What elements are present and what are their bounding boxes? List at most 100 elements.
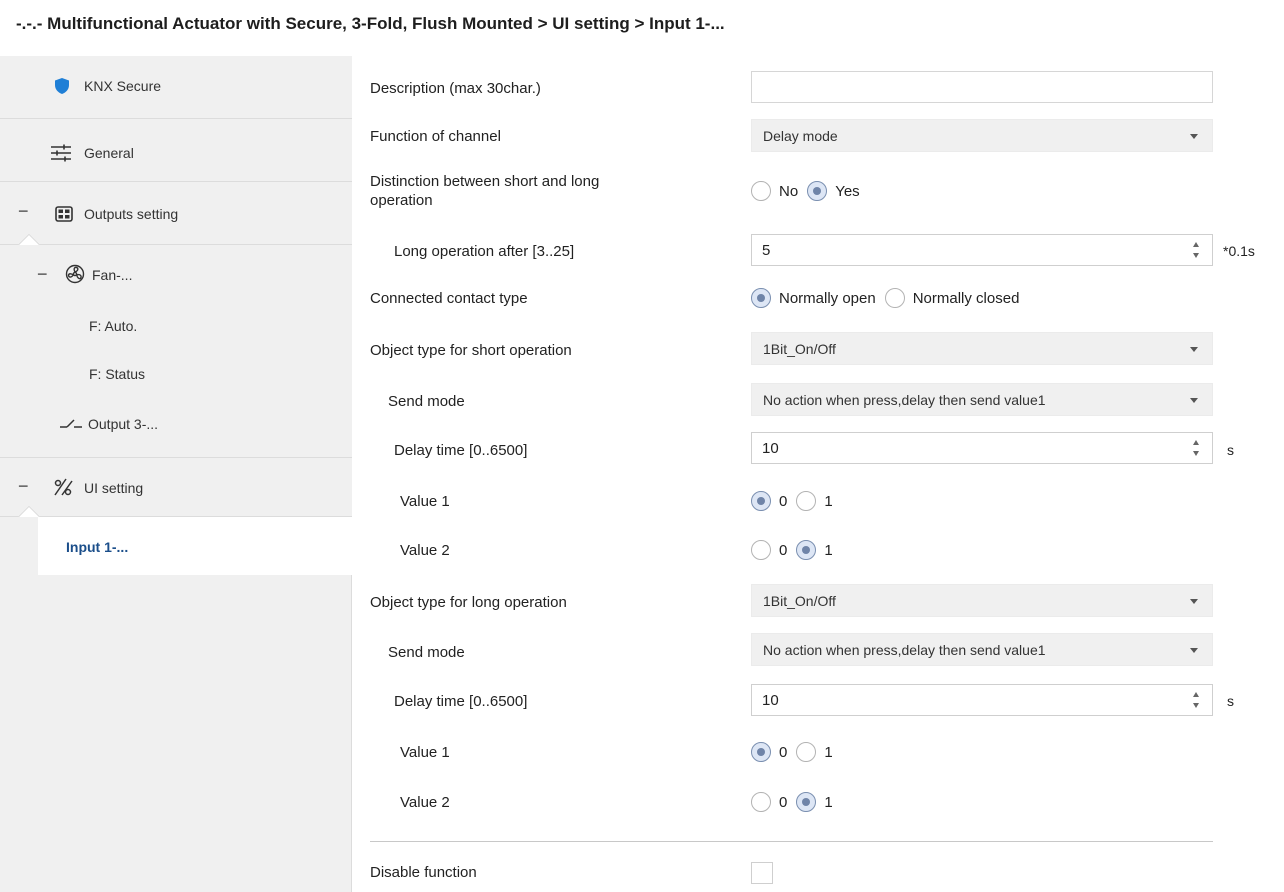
long-send-mode-select[interactable]: No action when press,delay then send val…: [751, 633, 1213, 666]
description-field[interactable]: [751, 71, 1213, 103]
long-value1-radio-group: 0 1: [751, 741, 842, 763]
short-send-mode-select[interactable]: No action when press,delay then send val…: [751, 383, 1213, 416]
switch-icon: [60, 414, 82, 434]
radio-button[interactable]: [796, 792, 817, 812]
short-value2-label: Value 2: [400, 542, 450, 559]
sidebar-item-label: Outputs setting: [84, 206, 179, 222]
radio-button[interactable]: [796, 742, 817, 762]
short-value2-radio-group: 0 1: [751, 539, 842, 561]
radio-button[interactable]: [751, 491, 771, 511]
short-delay-unit: s: [1227, 442, 1234, 458]
parameter-panel: Description (max 30char.) Function of ch…: [353, 56, 1284, 892]
select-value: 1Bit_On/Off: [763, 593, 836, 609]
window-title: -.-.- Multifunctional Actuator with Secu…: [16, 14, 725, 33]
selection-notch: [18, 506, 40, 517]
sidebar-item-label: F: Auto.: [89, 318, 138, 334]
sidebar-item-outputs-setting[interactable]: − Outputs setting: [0, 182, 352, 245]
fan-icon: [64, 264, 86, 284]
long-operation-after-spinbox[interactable]: 5: [751, 234, 1213, 266]
short-delay-time-spinbox[interactable]: 10: [751, 432, 1213, 464]
sidebar-item-ui-setting[interactable]: − UI setting: [0, 458, 352, 517]
disable-function-label: Disable function: [370, 864, 477, 881]
radio-button[interactable]: [751, 540, 771, 560]
collapse-icon[interactable]: −: [18, 476, 29, 497]
description-label: Description (max 30char.): [370, 80, 541, 97]
disable-function-checkbox[interactable]: [751, 862, 773, 884]
contact-option-normally-open[interactable]: Normally open: [751, 288, 876, 308]
sidebar-item-label: F: Status: [89, 366, 146, 382]
sidebar-item-f-status[interactable]: F: Status: [0, 360, 352, 410]
select-value: No action when press,delay then send val…: [763, 642, 1046, 658]
long-value2-option-0[interactable]: 0: [751, 792, 787, 812]
function-of-channel-select[interactable]: Delay mode: [751, 119, 1213, 152]
spinner-arrows-icon[interactable]: [1192, 241, 1202, 261]
long-value1-label: Value 1: [400, 744, 450, 761]
radio-button[interactable]: [751, 742, 771, 762]
select-value: Delay mode: [763, 128, 838, 144]
spinner-arrows-icon[interactable]: [1192, 691, 1202, 711]
chevron-down-icon: [1190, 648, 1198, 653]
radio-button[interactable]: [884, 288, 905, 308]
sidebar-item-f-auto[interactable]: F: Auto.: [0, 308, 352, 360]
title-bar: -.-.- Multifunctional Actuator with Secu…: [0, 0, 1284, 56]
sidebar-item-output-3[interactable]: Output 3-...: [0, 410, 352, 458]
function-of-channel-label: Function of channel: [370, 128, 501, 145]
sidebar-item-label: Fan-...: [92, 267, 133, 283]
sidebar-item-label: KNX Secure: [84, 78, 162, 94]
sidebar-item-label: Input 1-...: [66, 539, 129, 555]
sidebar-item-knx-secure[interactable]: KNX Secure: [0, 56, 352, 119]
short-value1-option-0[interactable]: 0: [751, 491, 787, 511]
long-delay-time-spinbox[interactable]: 10: [751, 684, 1213, 716]
radio-button[interactable]: [807, 181, 828, 201]
spinner-arrows-icon[interactable]: [1192, 439, 1202, 459]
sidebar-item-fan[interactable]: − Fan-...: [0, 245, 352, 308]
short-value1-radio-group: 0 1: [751, 490, 842, 512]
radio-button[interactable]: [796, 491, 817, 511]
long-send-mode-label: Send mode: [388, 644, 465, 661]
radio-button[interactable]: [751, 288, 771, 308]
long-value1-option-0[interactable]: 0: [751, 742, 787, 762]
short-value2-option-0[interactable]: 0: [751, 540, 787, 560]
sidebar-item-label: UI setting: [84, 480, 144, 496]
long-value1-option-1[interactable]: 1: [796, 742, 833, 762]
select-value: No action when press,delay then send val…: [763, 392, 1046, 408]
sidebar-item-input-1[interactable]: Input 1-...: [38, 517, 353, 575]
long-operation-after-label: Long operation after [3..25]: [394, 243, 575, 260]
short-value1-option-1[interactable]: 1: [796, 491, 833, 511]
ui-setting-icon: [52, 477, 74, 497]
distinction-radio-group: No Yes: [751, 180, 869, 202]
short-object-type-select[interactable]: 1Bit_On/Off: [751, 332, 1213, 365]
distinction-label-line1: Distinction between short and long: [370, 173, 600, 190]
section-divider: [370, 841, 1213, 842]
sidebar-item-label: Output 3-...: [88, 416, 159, 432]
chevron-down-icon: [1190, 599, 1198, 604]
sliders-icon: [50, 143, 72, 163]
contact-type-radio-group: Normally open Normally closed: [751, 287, 1028, 309]
short-object-type-label: Object type for short operation: [370, 342, 572, 359]
sidebar-item-general[interactable]: General: [0, 119, 352, 182]
short-value1-label: Value 1: [400, 493, 450, 510]
distinction-option-yes[interactable]: Yes: [807, 181, 860, 201]
long-object-type-select[interactable]: 1Bit_On/Off: [751, 584, 1213, 617]
radio-button[interactable]: [796, 540, 817, 560]
short-value2-option-1[interactable]: 1: [796, 540, 833, 560]
connected-contact-type-label: Connected contact type: [370, 290, 528, 307]
select-value: 1Bit_On/Off: [763, 341, 836, 357]
distinction-option-no[interactable]: No: [751, 181, 798, 201]
long-value2-radio-group: 0 1: [751, 791, 842, 813]
short-send-mode-label: Send mode: [388, 393, 465, 410]
chevron-down-icon: [1190, 398, 1198, 403]
long-operation-unit: *0.1s: [1223, 243, 1255, 259]
radio-button[interactable]: [751, 792, 771, 812]
sidebar-nav: KNX Secure General − Outputs setting − F…: [0, 56, 353, 892]
spinbox-value: 10: [762, 692, 779, 709]
long-value2-option-1[interactable]: 1: [796, 792, 833, 812]
collapse-icon[interactable]: −: [18, 201, 29, 222]
collapse-icon[interactable]: −: [37, 264, 48, 285]
radio-button[interactable]: [751, 181, 771, 201]
chevron-down-icon: [1190, 134, 1198, 139]
shield-icon: [51, 76, 73, 96]
chevron-down-icon: [1190, 347, 1198, 352]
selection-notch: [18, 234, 40, 245]
contact-option-normally-closed[interactable]: Normally closed: [884, 288, 1019, 308]
